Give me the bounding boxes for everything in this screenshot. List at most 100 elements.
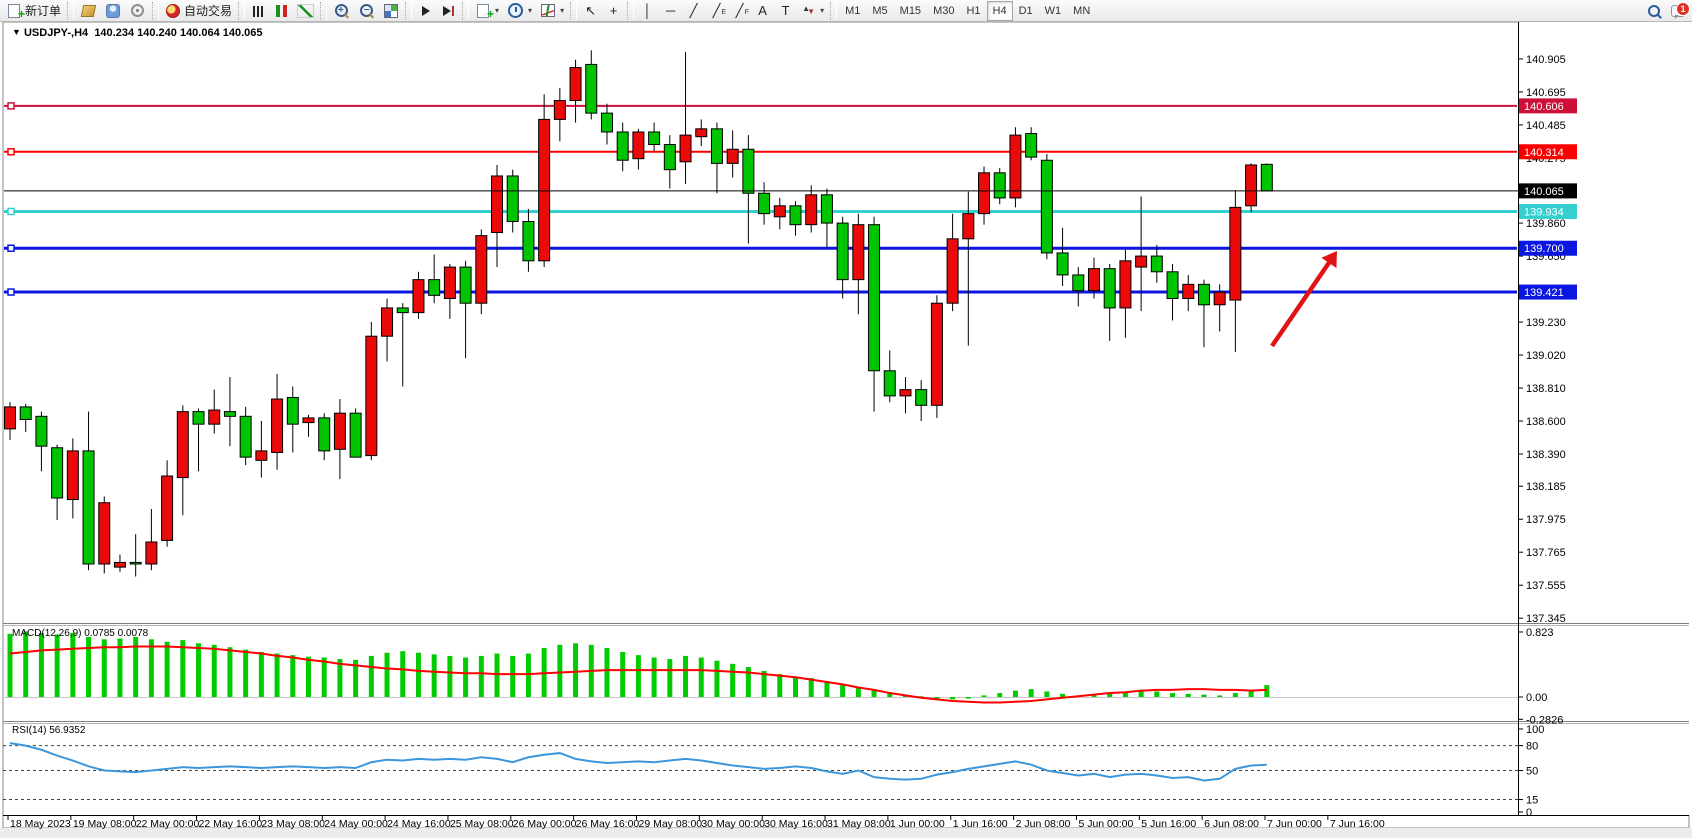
candle-body [36, 416, 47, 446]
time-axis-label[interactable]: 2 Jun 08:00 [1016, 818, 1071, 830]
chevron-down-icon[interactable]: ▾ [495, 6, 499, 15]
chart-title-collapse-icon[interactable]: ▼ [12, 27, 21, 37]
candle-body [382, 308, 393, 336]
crosshair-button[interactable]: + [602, 0, 625, 22]
toolbar-separator [320, 2, 327, 20]
timeframe-button-d1[interactable]: D1 [1013, 1, 1039, 21]
time-axis-label[interactable]: 30 May 00:00 [701, 818, 765, 830]
templates-button[interactable]: ▾ [536, 0, 568, 22]
bar-chart-icon [251, 6, 266, 17]
macd-histogram-bar [573, 643, 578, 697]
timeframe-button-w1[interactable]: W1 [1039, 1, 1068, 21]
timeframe-button-mn[interactable]: MN [1067, 1, 1096, 21]
timeframe-button-m30[interactable]: M30 [927, 1, 960, 21]
time-axis-label[interactable]: 5 Jun 00:00 [1078, 818, 1133, 830]
vertical-line-button[interactable]: │ [636, 0, 659, 22]
text-label-button[interactable]: T [774, 0, 797, 22]
paint-button[interactable] [76, 0, 101, 22]
line-chart-button[interactable] [293, 0, 318, 22]
horizontal-line-button[interactable]: ─ [659, 0, 682, 22]
macd-histogram-bar [39, 633, 44, 697]
price-axis-tick-label: 137.975 [1526, 514, 1566, 526]
timeframe-button-m15[interactable]: M15 [894, 1, 927, 21]
time-axis-label[interactable]: 6 Jun 08:00 [1204, 818, 1259, 830]
price-line-handle[interactable] [8, 289, 14, 295]
time-axis-label[interactable]: 24 May 16:00 [387, 818, 451, 830]
macd-histogram-bar [1217, 695, 1222, 697]
horizontal-line-icon: ─ [663, 3, 678, 18]
time-axis-label[interactable]: 26 May 16:00 [576, 818, 640, 830]
candle [366, 322, 377, 460]
price-line-handle[interactable] [8, 245, 14, 251]
time-axis-label[interactable]: 29 May 08:00 [639, 818, 703, 830]
candle-body [570, 68, 581, 101]
bar-chart-button[interactable] [247, 0, 270, 22]
chevron-down-icon[interactable]: ▾ [528, 6, 532, 15]
macd-histogram-bar [70, 633, 75, 697]
macd-histogram-bar [416, 653, 421, 697]
time-axis-label[interactable]: 26 May 00:00 [513, 818, 577, 830]
tile-windows-button[interactable] [379, 0, 403, 22]
fibonacci-button[interactable]: ╱F [728, 0, 751, 22]
time-axis-label[interactable]: 7 Jun 00:00 [1267, 818, 1322, 830]
candle-body [617, 132, 628, 160]
time-axis-label[interactable]: 22 May 00:00 [136, 818, 200, 830]
autotrade-button[interactable]: 自动交易 [161, 0, 236, 22]
arrows-tool-button[interactable]: ▾ [797, 0, 828, 22]
time-axis-label[interactable]: 1 Jun 00:00 [890, 818, 945, 830]
price-line-handle[interactable] [8, 103, 14, 109]
candle [1261, 163, 1272, 191]
time-axis-label[interactable]: 18 May 2023 [10, 818, 71, 830]
time-axis-label[interactable]: 7 Jun 16:00 [1330, 818, 1385, 830]
signal-button[interactable] [125, 0, 150, 22]
timeframe-button-m1[interactable]: M1 [839, 1, 866, 21]
timeframe-button-h1[interactable]: H1 [960, 1, 986, 21]
auto-scroll-button[interactable] [414, 0, 437, 22]
notifications-icon[interactable]: 1 [1671, 5, 1685, 17]
candle-body [1230, 207, 1241, 300]
time-axis-label[interactable]: 30 May 16:00 [764, 818, 828, 830]
chevron-down-icon[interactable]: ▾ [820, 6, 824, 15]
macd-histogram-bar [1201, 695, 1206, 697]
candle-body [963, 214, 974, 239]
time-axis-label[interactable]: 22 May 16:00 [199, 818, 263, 830]
macd-histogram-bar [180, 640, 185, 697]
price-line-handle[interactable] [8, 208, 14, 214]
periods-button[interactable]: ▾ [503, 0, 536, 22]
time-axis-label[interactable]: 23 May 08:00 [261, 818, 325, 830]
timeframe-button-m5[interactable]: M5 [866, 1, 893, 21]
candle-body [1183, 284, 1194, 298]
new-order-icon [8, 4, 20, 18]
macd-histogram-bar [1154, 691, 1159, 697]
rsi-axis-label: 50 [1526, 766, 1538, 778]
price-line-handle[interactable] [8, 149, 14, 155]
candle [931, 295, 942, 418]
profile-button[interactable] [101, 0, 125, 22]
macd-histogram-bar [714, 661, 719, 697]
macd-histogram-bar [604, 648, 609, 697]
candle-body [52, 448, 63, 498]
timeframe-button-h4[interactable]: H4 [987, 1, 1013, 21]
search-icon[interactable] [1648, 5, 1660, 17]
trendline-button[interactable]: ╱ [682, 0, 705, 22]
time-axis-label[interactable]: 31 May 08:00 [827, 818, 891, 830]
chart-shift-button[interactable] [437, 0, 460, 22]
zoom-in-button[interactable] [329, 0, 354, 22]
time-axis-label[interactable]: 19 May 08:00 [73, 818, 137, 830]
macd-histogram-bar [777, 674, 782, 697]
time-axis-label[interactable]: 24 May 00:00 [324, 818, 388, 830]
candle-body [146, 542, 157, 564]
time-axis-label[interactable]: 5 Jun 16:00 [1141, 818, 1196, 830]
cursor-button[interactable]: ↖ [579, 0, 602, 22]
indicators-button[interactable]: ▾ [471, 0, 503, 22]
chevron-down-icon[interactable]: ▾ [560, 6, 564, 15]
zoom-out-button[interactable] [354, 0, 379, 22]
candle-body [366, 336, 377, 455]
time-axis-label[interactable]: 1 Jun 16:00 [953, 818, 1008, 830]
time-axis-label[interactable]: 25 May 08:00 [450, 818, 514, 830]
text-button[interactable]: A [751, 0, 774, 22]
candlestick-button[interactable] [270, 0, 293, 22]
channel-button[interactable]: ╱E [705, 0, 728, 22]
candle-body [1214, 292, 1225, 305]
new-order-button[interactable]: 新订单 [2, 0, 65, 22]
